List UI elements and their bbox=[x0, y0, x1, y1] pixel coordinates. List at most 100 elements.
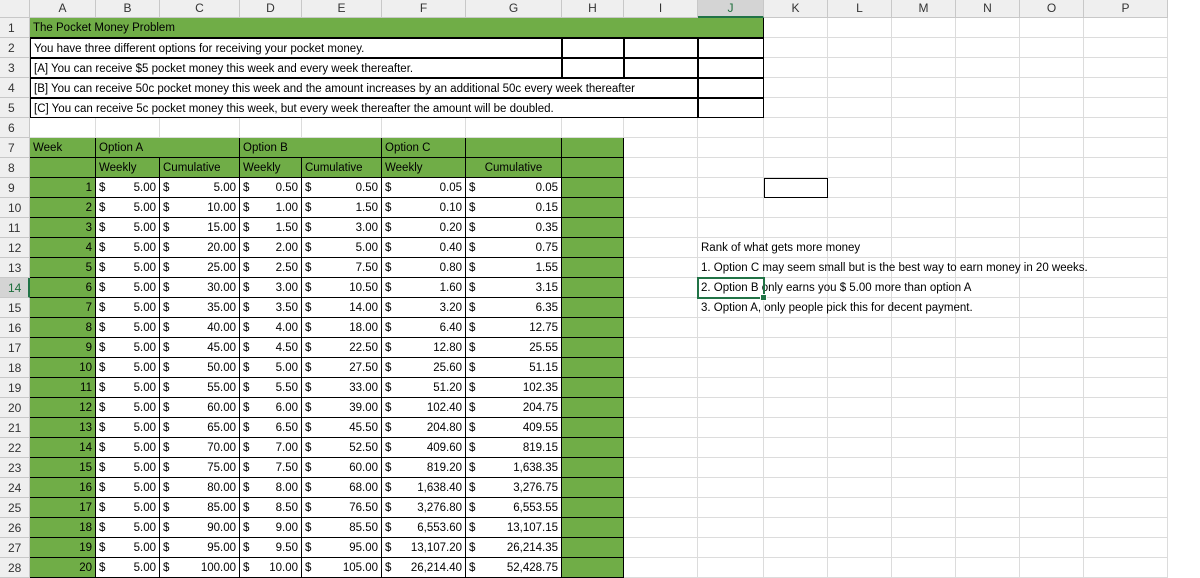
cell[interactable] bbox=[1084, 298, 1168, 318]
cell[interactable] bbox=[892, 478, 956, 498]
cell[interactable] bbox=[892, 538, 956, 558]
value-cell-b_c[interactable]: $95.00 bbox=[302, 538, 382, 558]
header-weekly[interactable]: Weekly bbox=[240, 158, 302, 178]
row-header-28[interactable]: 28 bbox=[0, 558, 30, 578]
cell[interactable] bbox=[828, 198, 892, 218]
cell[interactable] bbox=[764, 338, 828, 358]
cell[interactable] bbox=[956, 318, 1020, 338]
value-cell-c_c[interactable]: $26,214.35 bbox=[466, 538, 562, 558]
cell[interactable] bbox=[624, 138, 698, 158]
cell[interactable] bbox=[1084, 158, 1168, 178]
cell[interactable] bbox=[892, 518, 956, 538]
value-cell-b_c[interactable]: $39.00 bbox=[302, 398, 382, 418]
header-option-b[interactable]: Option B bbox=[240, 138, 382, 158]
cell[interactable] bbox=[562, 518, 624, 538]
row-header-20[interactable]: 20 bbox=[0, 398, 30, 418]
row-header-26[interactable]: 26 bbox=[0, 518, 30, 538]
cell[interactable] bbox=[624, 558, 698, 578]
value-cell-a_c[interactable]: $60.00 bbox=[160, 398, 240, 418]
cell[interactable] bbox=[698, 138, 764, 158]
value-cell-a_w[interactable]: $5.00 bbox=[96, 558, 160, 578]
ranking-note[interactable]: 1. Option C may seem small but is the be… bbox=[698, 258, 1091, 278]
cell[interactable] bbox=[892, 438, 956, 458]
cell[interactable] bbox=[698, 318, 764, 338]
cell[interactable] bbox=[698, 438, 764, 458]
cell[interactable] bbox=[624, 458, 698, 478]
cell[interactable] bbox=[956, 378, 1020, 398]
cell[interactable] bbox=[892, 238, 956, 258]
value-cell-b_w[interactable]: $8.50 bbox=[240, 498, 302, 518]
value-cell-c_c[interactable]: $3,276.75 bbox=[466, 478, 562, 498]
cell[interactable] bbox=[764, 358, 828, 378]
cell[interactable] bbox=[1020, 518, 1084, 538]
row-header-18[interactable]: 18 bbox=[0, 358, 30, 378]
cell[interactable] bbox=[764, 18, 828, 38]
cell[interactable] bbox=[1020, 298, 1084, 318]
row-header-8[interactable]: 8 bbox=[0, 158, 30, 178]
cell[interactable] bbox=[624, 338, 698, 358]
row-header-15[interactable]: 15 bbox=[0, 298, 30, 318]
row-header-6[interactable]: 6 bbox=[0, 118, 30, 138]
value-cell-b_c[interactable]: $18.00 bbox=[302, 318, 382, 338]
cell[interactable] bbox=[698, 338, 764, 358]
column-header-e[interactable]: E bbox=[302, 0, 382, 18]
cell[interactable] bbox=[30, 118, 96, 138]
cell[interactable] bbox=[698, 118, 764, 138]
value-cell-b_w[interactable]: $8.00 bbox=[240, 478, 302, 498]
cell[interactable] bbox=[1020, 178, 1084, 198]
value-cell-c_c[interactable]: $52,428.75 bbox=[466, 558, 562, 578]
cell[interactable] bbox=[764, 558, 828, 578]
cell[interactable] bbox=[956, 538, 1020, 558]
value-cell-b_w[interactable]: $10.00 bbox=[240, 558, 302, 578]
cell[interactable] bbox=[764, 478, 828, 498]
cell[interactable] bbox=[698, 98, 764, 118]
value-cell-c_c[interactable]: $1.55 bbox=[466, 258, 562, 278]
cell[interactable] bbox=[828, 438, 892, 458]
value-cell-b_w[interactable]: $6.00 bbox=[240, 398, 302, 418]
cell[interactable] bbox=[828, 398, 892, 418]
column-header-n[interactable]: N bbox=[956, 0, 1020, 18]
cell[interactable] bbox=[1020, 278, 1084, 298]
cell[interactable] bbox=[1084, 398, 1168, 418]
week-number[interactable]: 5 bbox=[30, 258, 96, 278]
value-cell-a_w[interactable]: $5.00 bbox=[96, 218, 160, 238]
value-cell-a_c[interactable]: $85.00 bbox=[160, 498, 240, 518]
cell[interactable] bbox=[828, 318, 892, 338]
column-header-d[interactable]: D bbox=[240, 0, 302, 18]
value-cell-b_w[interactable]: $4.00 bbox=[240, 318, 302, 338]
value-cell-b_c[interactable]: $14.00 bbox=[302, 298, 382, 318]
row-header-1[interactable]: 1 bbox=[0, 18, 30, 38]
value-cell-b_c[interactable]: $27.50 bbox=[302, 358, 382, 378]
cell[interactable] bbox=[956, 418, 1020, 438]
description-cell[interactable]: You have three different options for rec… bbox=[30, 38, 562, 58]
spreadsheet-grid[interactable]: A B C D E F G H I J K L M N O P 1 2 3 4 5 6 7 8 9 10 11 12 13 14 15 16 1… bbox=[0, 0, 1200, 578]
cell[interactable] bbox=[698, 218, 764, 238]
row-header-22[interactable]: 22 bbox=[0, 438, 30, 458]
cell[interactable] bbox=[562, 558, 624, 578]
week-number[interactable]: 16 bbox=[30, 478, 96, 498]
cell[interactable] bbox=[956, 438, 1020, 458]
value-cell-c_c[interactable]: $819.15 bbox=[466, 438, 562, 458]
value-cell-a_w[interactable]: $5.00 bbox=[96, 498, 160, 518]
header-option-c[interactable]: Option C bbox=[382, 138, 466, 158]
value-cell-b_w[interactable]: $2.50 bbox=[240, 258, 302, 278]
cell[interactable] bbox=[562, 398, 624, 418]
cell[interactable] bbox=[1020, 538, 1084, 558]
value-cell-a_c[interactable]: $50.00 bbox=[160, 358, 240, 378]
cell[interactable] bbox=[1084, 218, 1168, 238]
column-header-b[interactable]: B bbox=[96, 0, 160, 18]
cell[interactable] bbox=[466, 118, 562, 138]
row-header-7[interactable]: 7 bbox=[0, 138, 30, 158]
cell[interactable] bbox=[764, 498, 828, 518]
value-cell-b_c[interactable]: $105.00 bbox=[302, 558, 382, 578]
cell[interactable] bbox=[828, 358, 892, 378]
value-cell-c_w[interactable]: $51.20 bbox=[382, 378, 466, 398]
cell[interactable] bbox=[698, 458, 764, 478]
cell[interactable] bbox=[764, 38, 828, 58]
cell[interactable] bbox=[1084, 338, 1168, 358]
cell[interactable] bbox=[624, 58, 698, 78]
cell[interactable] bbox=[1020, 118, 1084, 138]
value-cell-a_c[interactable]: $95.00 bbox=[160, 538, 240, 558]
cell[interactable] bbox=[956, 18, 1020, 38]
value-cell-c_w[interactable]: $6.40 bbox=[382, 318, 466, 338]
